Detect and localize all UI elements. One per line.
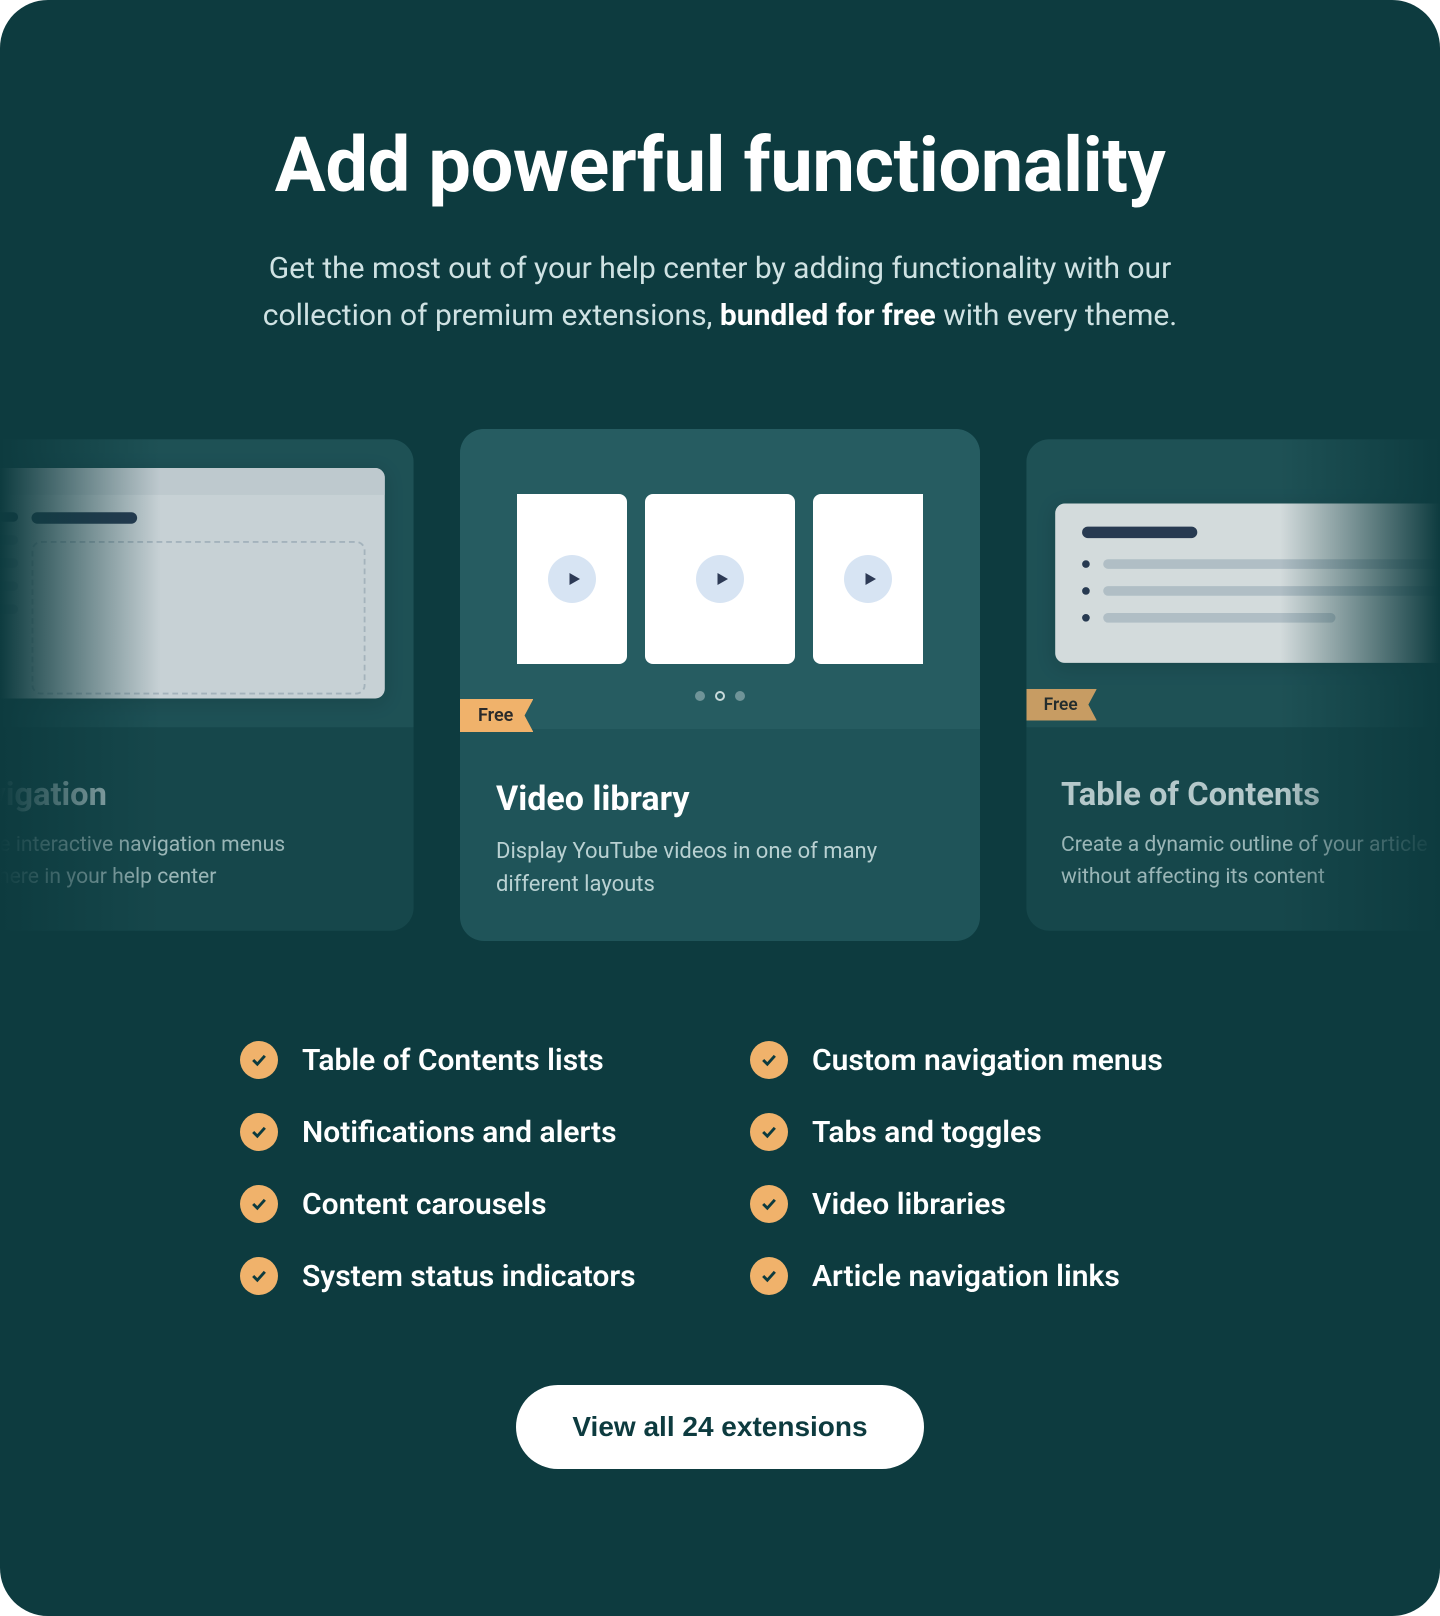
hero-lead-post: with every theme. [936, 298, 1177, 333]
feature-label: Article navigation links [812, 1259, 1120, 1294]
feature-item: Content carousels [240, 1185, 690, 1223]
feature-item: Notifications and alerts [240, 1113, 690, 1151]
view-all-extensions-button[interactable]: View all 24 extensions [516, 1385, 923, 1469]
extensions-carousel[interactable]: Free Navigation Create interactive navig… [0, 429, 1440, 941]
hero-title: Add powerful functionality [160, 120, 1280, 210]
card-desc: Create a dynamic outline of your article… [1061, 829, 1440, 892]
feature-label: Video libraries [812, 1187, 1006, 1222]
card-title: Table of Contents [1061, 775, 1440, 813]
extension-card-video-library[interactable]: Free Video library Display YouTube video… [460, 429, 980, 941]
play-icon [548, 555, 596, 603]
feature-item: Custom navigation menus [750, 1041, 1200, 1079]
extension-card-toc[interactable]: Free Table of Contents Create a dynamic … [1026, 439, 1440, 931]
feature-item: Article navigation links [750, 1257, 1200, 1295]
feature-label: Tabs and toggles [812, 1115, 1042, 1150]
feature-item: Tabs and toggles [750, 1113, 1200, 1151]
card-title: Video library [496, 779, 944, 819]
card-desc: Create interactive navigation menus anyw… [0, 829, 379, 892]
check-icon [750, 1113, 788, 1151]
check-icon [750, 1257, 788, 1295]
feature-label: Table of Contents lists [302, 1043, 604, 1078]
play-icon [696, 555, 744, 603]
navigation-illustration [0, 439, 414, 727]
toc-illustration [1026, 439, 1440, 727]
feature-label: Content carousels [302, 1187, 547, 1222]
check-icon [240, 1041, 278, 1079]
card-desc: Display YouTube videos in one of many di… [496, 835, 944, 901]
hero-lead: Get the most out of your help center by … [220, 246, 1220, 339]
free-badge: Free [460, 699, 533, 732]
check-icon [750, 1185, 788, 1223]
free-badge: Free [1026, 689, 1096, 721]
card-title: Navigation [0, 775, 379, 813]
carousel-dots-icon [695, 691, 745, 701]
feature-item: Table of Contents lists [240, 1041, 690, 1079]
feature-label: Notifications and alerts [302, 1115, 617, 1150]
play-icon [844, 555, 892, 603]
feature-label: System status indicators [302, 1259, 636, 1294]
extensions-panel: Add powerful functionality Get the most … [0, 0, 1440, 1616]
extension-card-navigation[interactable]: Free Navigation Create interactive navig… [0, 439, 414, 931]
check-icon [240, 1185, 278, 1223]
feature-item: Video libraries [750, 1185, 1200, 1223]
hero: Add powerful functionality Get the most … [0, 0, 1440, 339]
check-icon [240, 1113, 278, 1151]
check-icon [750, 1041, 788, 1079]
hero-lead-bold: bundled for free [720, 298, 936, 333]
feature-item: System status indicators [240, 1257, 690, 1295]
video-library-illustration [460, 429, 980, 729]
feature-label: Custom navigation menus [812, 1043, 1163, 1078]
feature-list: Table of Contents lists Custom navigatio… [200, 1041, 1240, 1295]
check-icon [240, 1257, 278, 1295]
